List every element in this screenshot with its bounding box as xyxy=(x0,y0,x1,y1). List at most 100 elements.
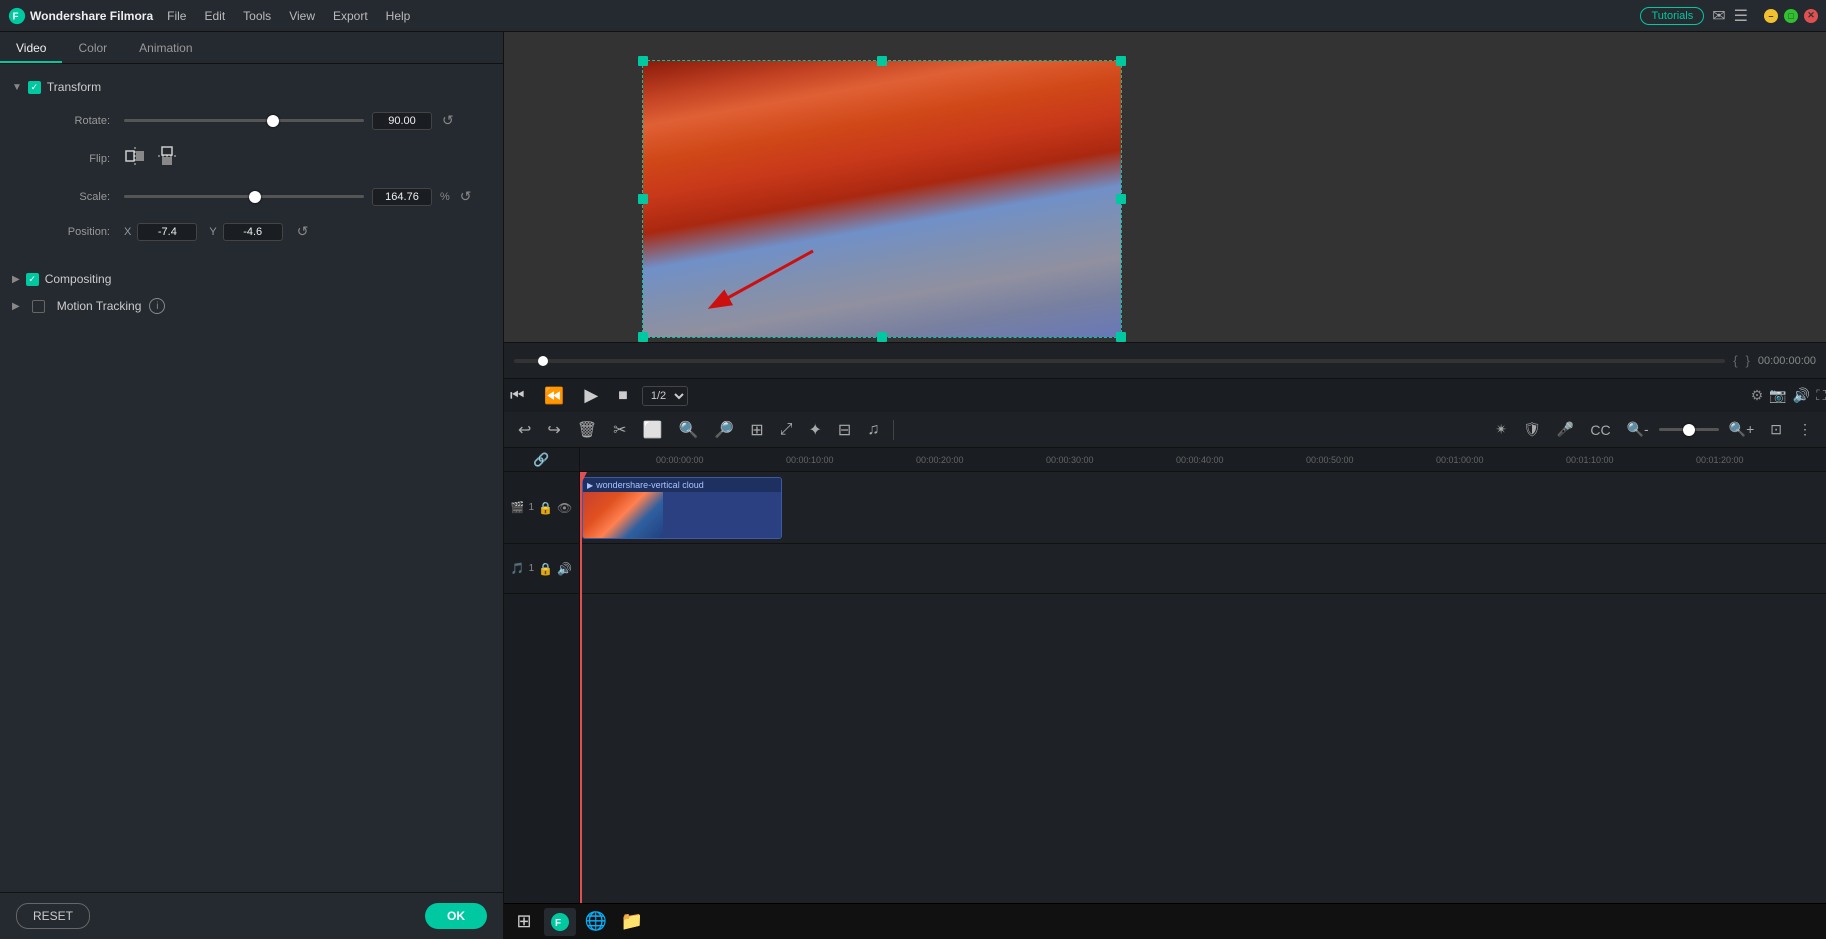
clip-title-text: wondershare-vertical cloud xyxy=(596,480,704,490)
play-button[interactable]: ▶ xyxy=(578,383,604,408)
zoom-out-tool-button[interactable]: 🔎 xyxy=(708,417,740,443)
toolbar: ↩ ↪ 🗑 ✂ ⬜ 🔍 🔎 ⊞ ⤢ ✦ ⊟ ♫ ✴ 🛡 🎤 CC 🔍- 🔍+ ⊡ xyxy=(504,412,1826,448)
menu-export[interactable]: Export xyxy=(325,7,376,25)
undo-button[interactable]: ↩ xyxy=(512,417,537,443)
tab-video[interactable]: Video xyxy=(0,35,62,63)
crop-button[interactable]: ⬜ xyxy=(637,417,669,443)
minimize-button[interactable]: – xyxy=(1764,9,1778,23)
zoom-in-button[interactable]: 🔍+ xyxy=(1723,418,1761,441)
fit-button[interactable]: ⊞ xyxy=(744,417,769,443)
delete-button[interactable]: 🗑 xyxy=(571,417,603,443)
cut-button[interactable]: ✂ xyxy=(607,417,632,443)
filmora-logo-icon: F xyxy=(8,7,26,25)
rotate-slider[interactable] xyxy=(124,119,364,122)
handle-mid-right[interactable] xyxy=(1116,194,1126,204)
account-icon[interactable]: ☰ xyxy=(1734,6,1748,26)
flip-vertical-button[interactable] xyxy=(156,145,178,172)
rotate-label: Rotate: xyxy=(30,115,110,127)
lock-icon[interactable]: 🔒 xyxy=(538,501,553,515)
clip-title-bar: ▶ wondershare-vertical cloud xyxy=(583,478,781,492)
handle-bottom-mid[interactable] xyxy=(877,332,887,342)
tab-animation[interactable]: Animation xyxy=(123,35,208,63)
position-y-input[interactable]: -4.6 xyxy=(223,223,283,241)
audio-lock-icon[interactable]: 🔒 xyxy=(538,562,553,576)
more-button[interactable]: ⋮ xyxy=(1792,418,1818,441)
menu-view[interactable]: View xyxy=(281,7,323,25)
app-logo: F Wondershare Filmora xyxy=(8,7,153,25)
position-row: Position: X -7.4 Y -4.6 ↺ xyxy=(30,221,483,242)
handle-mid-left[interactable] xyxy=(638,194,648,204)
flip-horizontal-button[interactable] xyxy=(124,145,146,172)
timeline-zoom-slider[interactable] xyxy=(1659,428,1719,431)
handle-bottom-left[interactable] xyxy=(638,332,648,342)
taskbar-filmora-button[interactable]: F xyxy=(544,908,576,936)
magnet-icon[interactable]: 🔗 xyxy=(533,452,549,468)
tab-color[interactable]: Color xyxy=(62,35,123,63)
split-button[interactable]: ⊟ xyxy=(832,417,857,443)
eye-icon[interactable]: 👁 xyxy=(557,501,572,515)
taskbar-files-button[interactable]: 📁 xyxy=(616,908,648,936)
tutorials-button[interactable]: Tutorials xyxy=(1640,7,1704,25)
maximize-button[interactable]: □ xyxy=(1784,9,1798,23)
menu-file[interactable]: File xyxy=(159,7,194,25)
position-x-input[interactable]: -7.4 xyxy=(137,223,197,241)
prev-frame-button[interactable]: ⏮ xyxy=(504,385,530,407)
ruler-mark-4: 00:00:40:00 xyxy=(1176,455,1306,465)
video-clip[interactable]: ▶ wondershare-vertical cloud xyxy=(582,477,782,539)
transform-section-header[interactable]: ▼ ✓ Transform xyxy=(0,74,503,100)
motion-tracking-info-icon[interactable]: i xyxy=(149,298,165,314)
reset-button[interactable]: RESET xyxy=(16,903,90,929)
transform-checkbox[interactable]: ✓ xyxy=(28,81,41,94)
rewind-button[interactable]: ⏪ xyxy=(538,384,570,408)
settings-icon[interactable]: ⚙ xyxy=(1751,387,1764,404)
right-control-icons: ⚙ 📷 🔊 ⛶ xyxy=(1751,387,1826,404)
playback-thumb[interactable] xyxy=(538,356,548,366)
scale-slider[interactable] xyxy=(124,195,364,198)
ok-button[interactable]: OK xyxy=(425,903,487,929)
fraction-select[interactable]: 1/2 1/1 1/4 xyxy=(642,386,688,406)
track-labels: 🎬 1 🔒 👁 🎵 1 🔒 🔊 xyxy=(504,472,580,903)
notification-icon[interactable]: ✉ xyxy=(1712,6,1725,26)
motion-tracking-checkbox[interactable] xyxy=(32,300,45,313)
captions-button[interactable]: CC xyxy=(1584,419,1616,441)
menu-edit[interactable]: Edit xyxy=(196,7,233,25)
shield-button[interactable]: 🛡 xyxy=(1517,418,1547,441)
stop-button[interactable]: ■ xyxy=(612,385,634,407)
menu-help[interactable]: Help xyxy=(378,7,419,25)
mic-button[interactable]: 🎤 xyxy=(1551,418,1580,441)
playback-slider[interactable] xyxy=(514,359,1725,363)
timeline-ruler: 00:00:00:00 00:00:10:00 00:00:20:00 00:0… xyxy=(580,448,1826,471)
expand-button[interactable]: ⤢ xyxy=(774,418,799,442)
compositing-section-header[interactable]: ▶ ✓ Compositing xyxy=(0,266,503,292)
playhead[interactable] xyxy=(580,472,582,903)
effects-button[interactable]: ✦ xyxy=(803,417,828,443)
compositing-checkbox[interactable]: ✓ xyxy=(26,273,39,286)
close-button[interactable]: ✕ xyxy=(1804,9,1818,23)
bottom-buttons: RESET OK xyxy=(0,892,503,939)
motion-tracking-expand-icon[interactable]: ▶ xyxy=(12,301,20,312)
handle-top-mid[interactable] xyxy=(877,56,887,66)
preview-area xyxy=(504,32,1826,342)
handle-bottom-right[interactable] xyxy=(1116,332,1126,342)
handle-top-left[interactable] xyxy=(638,56,648,66)
menu-tools[interactable]: Tools xyxy=(235,7,279,25)
taskbar-browser-button[interactable]: 🌐 xyxy=(580,908,612,936)
fit-timeline-button[interactable]: ⊡ xyxy=(1764,418,1788,441)
zoom-out-button[interactable]: 🔍- xyxy=(1621,418,1655,441)
rotate-value-input[interactable]: 90.00 xyxy=(372,112,432,130)
scale-reset-button[interactable]: ↺ xyxy=(458,186,474,207)
handle-top-right[interactable] xyxy=(1116,56,1126,66)
taskbar-start-button[interactable]: ⊞ xyxy=(508,908,540,936)
zoom-in-tool-button[interactable]: 🔍 xyxy=(672,417,704,443)
rotate-reset-button[interactable]: ↺ xyxy=(440,110,456,131)
position-reset-button[interactable]: ↺ xyxy=(295,221,311,242)
audio-volume-icon[interactable]: 🔊 xyxy=(557,562,572,576)
audio-icon[interactable]: 🔊 xyxy=(1793,387,1810,404)
audio-detach-button[interactable]: ♫ xyxy=(861,418,885,442)
scale-value-input[interactable]: 164.76 xyxy=(372,188,432,206)
redo-button[interactable]: ↪ xyxy=(541,417,566,443)
screenshot-icon[interactable]: 📷 xyxy=(1769,387,1786,404)
video-track-label: 🎬 1 🔒 👁 xyxy=(504,472,579,544)
fx-button[interactable]: ✴ xyxy=(1489,418,1513,441)
fullscreen-icon[interactable]: ⛶ xyxy=(1816,387,1826,404)
